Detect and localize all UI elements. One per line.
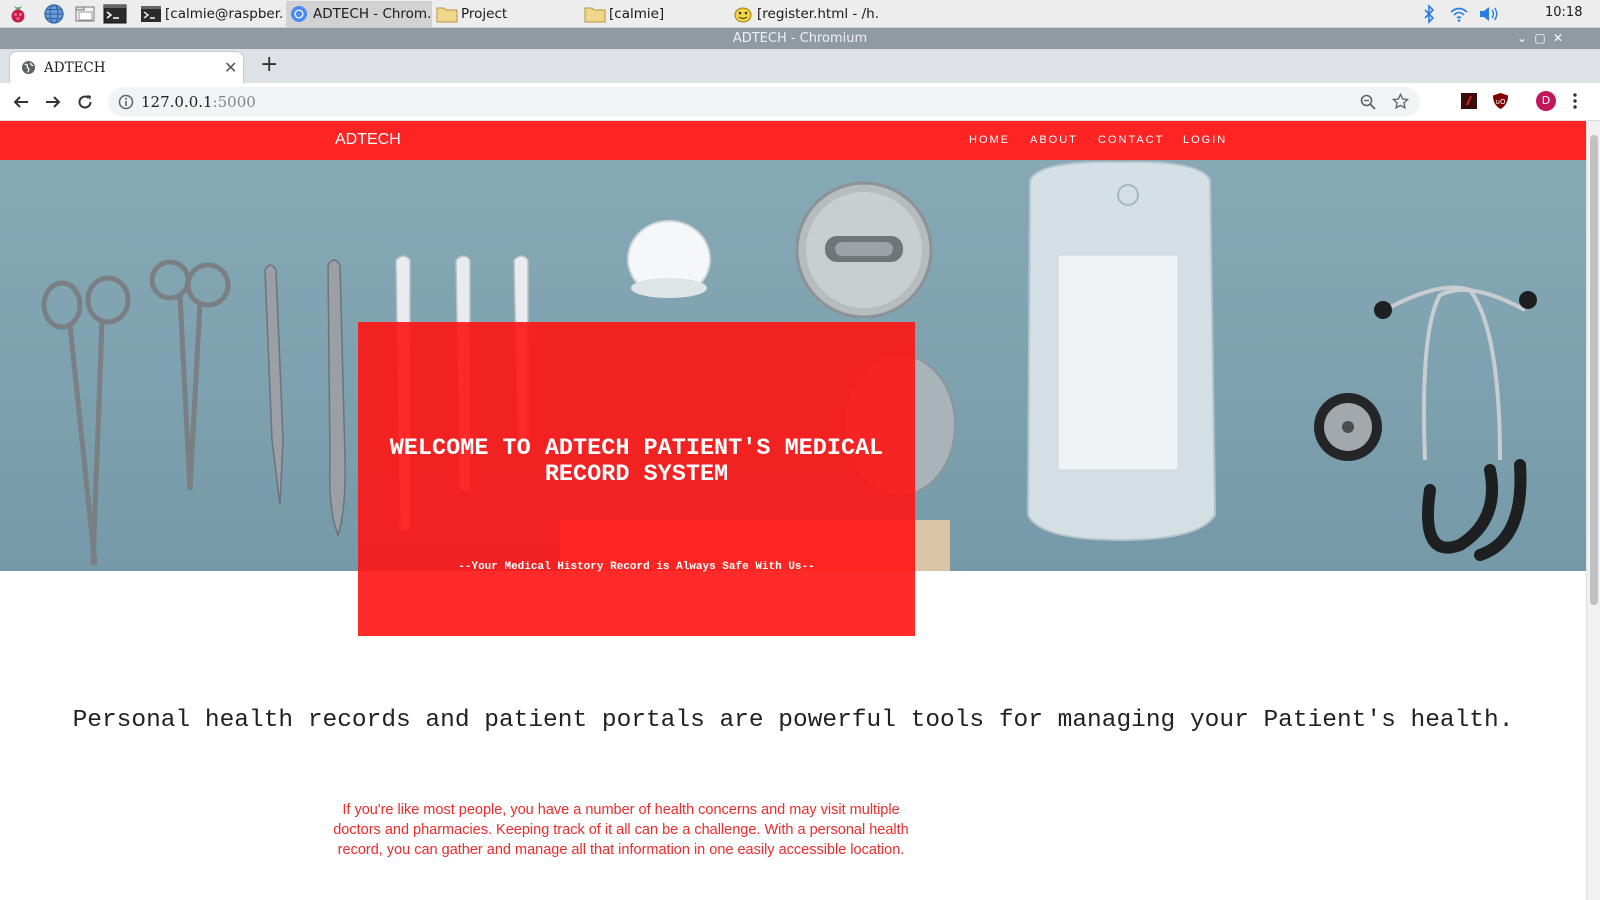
text-editor-icon bbox=[732, 4, 754, 24]
zoom-icon[interactable] bbox=[1360, 94, 1376, 114]
web-browser-icon[interactable] bbox=[41, 2, 67, 26]
taskbar-window-calmie[interactable]: [calmie] bbox=[582, 1, 728, 27]
forward-icon[interactable] bbox=[42, 91, 64, 113]
tab-title: ADTECH bbox=[44, 60, 106, 76]
url-host: 127.0.0.1 bbox=[141, 93, 213, 111]
welcome-panel: WELCOME TO ADTECH PATIENT'S MEDICAL RECO… bbox=[358, 322, 915, 636]
nav-home[interactable]: HOME bbox=[969, 134, 1010, 146]
taskbar-window-chromium[interactable]: ADTECH - Chrom... bbox=[286, 1, 432, 27]
folder-icon bbox=[436, 4, 458, 24]
close-icon[interactable]: ✕ bbox=[1550, 28, 1566, 49]
taskbar-window-label: [calmie] bbox=[609, 6, 665, 22]
taskbar-window-label: ADTECH - Chrom... bbox=[313, 6, 432, 22]
nav-about[interactable]: ABOUT bbox=[1030, 134, 1078, 146]
nav-contact[interactable]: CONTACT bbox=[1098, 134, 1164, 146]
site-navbar: ADTECH HOME ABOUT CONTACT LOGIN bbox=[0, 121, 1586, 160]
back-icon[interactable] bbox=[10, 91, 32, 113]
welcome-subtitle: --Your Medical History Record is Always … bbox=[458, 561, 815, 573]
svg-text:uO: uO bbox=[1496, 98, 1506, 106]
shield-icon[interactable]: uO bbox=[1492, 92, 1509, 114]
menu-icon[interactable] bbox=[1572, 91, 1578, 115]
taskbar-window-label: Project bbox=[461, 6, 508, 22]
chromium-icon bbox=[288, 4, 310, 24]
folder-icon bbox=[584, 4, 606, 24]
info-icon[interactable] bbox=[118, 94, 134, 114]
profile-avatar[interactable]: D bbox=[1536, 91, 1556, 111]
window-title: ADTECH - Chromium bbox=[732, 31, 868, 46]
page-scrollbar[interactable] bbox=[1586, 121, 1600, 900]
taskbar-window-label: [register.html - /h... bbox=[757, 6, 880, 22]
taskbar-window-editor[interactable]: [register.html - /h... bbox=[730, 1, 880, 27]
site-brand[interactable]: ADTECH bbox=[335, 131, 401, 149]
terminal-icon[interactable] bbox=[102, 2, 128, 26]
intro-paragraph: If you're like most people, you have a n… bbox=[333, 802, 909, 858]
section-headline: Personal health records and patient port… bbox=[72, 707, 1514, 734]
tab-strip: ADTECH ✕ bbox=[0, 49, 1600, 83]
extension-icon[interactable] bbox=[1461, 93, 1477, 113]
nav-login[interactable]: LOGIN bbox=[1183, 134, 1227, 146]
page-viewport: ADTECH HOME ABOUT CONTACT LOGIN WELCOME … bbox=[0, 121, 1586, 900]
maximize-icon[interactable]: ▢ bbox=[1532, 28, 1548, 49]
tab-close-icon[interactable]: ✕ bbox=[224, 58, 237, 77]
raspberry-menu-icon[interactable] bbox=[5, 2, 31, 26]
browser-toolbar: 127.0.0.1:5000 uO D bbox=[0, 83, 1600, 121]
taskbar: [calmie@raspber... ADTECH - Chrom... Pro… bbox=[0, 0, 1600, 28]
welcome-title: WELCOME TO ADTECH PATIENT'S MEDICAL RECO… bbox=[389, 435, 884, 488]
file-manager-icon[interactable] bbox=[72, 2, 98, 26]
address-bar[interactable]: 127.0.0.1:5000 bbox=[108, 87, 1420, 117]
window-titlebar[interactable]: ADTECH - Chromium ⌄ ▢ ✕ bbox=[0, 28, 1600, 49]
reload-icon[interactable] bbox=[74, 91, 96, 113]
terminal-icon bbox=[140, 4, 162, 24]
url-port: :5000 bbox=[212, 93, 256, 111]
browser-tab[interactable]: ADTECH ✕ bbox=[9, 51, 244, 83]
scrollbar-thumb[interactable] bbox=[1590, 135, 1598, 605]
new-tab-icon[interactable]: + bbox=[260, 52, 278, 77]
wifi-icon[interactable] bbox=[1449, 3, 1469, 25]
globe-icon bbox=[21, 60, 36, 79]
taskbar-window-label: [calmie@raspber... bbox=[165, 6, 284, 22]
bookmark-star-icon[interactable] bbox=[1391, 92, 1410, 114]
taskbar-window-project[interactable]: Project bbox=[434, 1, 580, 27]
volume-icon[interactable] bbox=[1478, 3, 1500, 25]
clock[interactable]: 10:18 bbox=[1545, 5, 1582, 20]
taskbar-window-terminal[interactable]: [calmie@raspber... bbox=[138, 1, 284, 27]
bluetooth-icon[interactable] bbox=[1422, 3, 1436, 25]
url-text: 127.0.0.1:5000 bbox=[141, 93, 256, 111]
minimize-icon[interactable]: ⌄ bbox=[1514, 28, 1530, 49]
